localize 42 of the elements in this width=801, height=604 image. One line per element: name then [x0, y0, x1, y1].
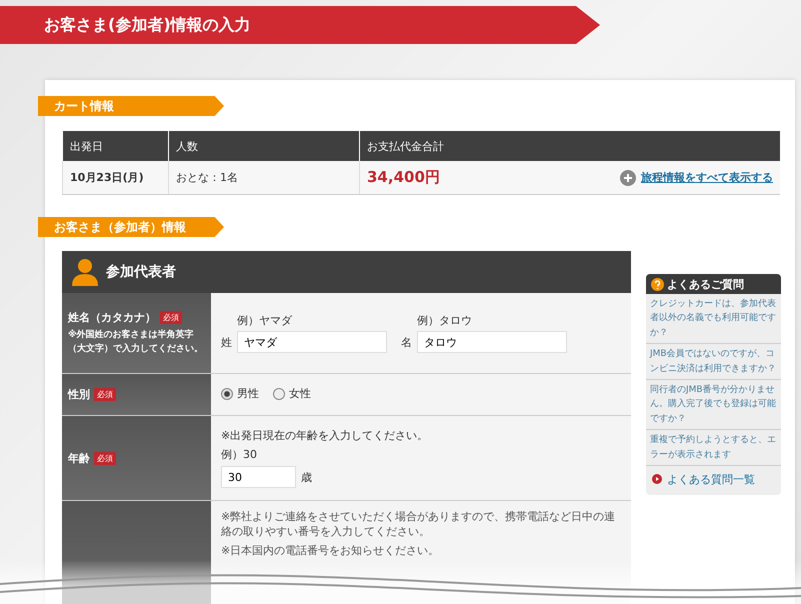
table-cell: おとな：1名	[168, 161, 360, 194]
field-label: 年齢 必須	[68, 450, 205, 466]
field-label: 性別 必須	[68, 387, 205, 402]
section-ribbon: お客さま（参加者）情報	[38, 217, 224, 237]
table-header: 人数	[168, 131, 360, 161]
field-prefix: 姓	[221, 334, 232, 350]
required-tag: 必須	[94, 452, 116, 464]
required-tag: 必須	[160, 311, 182, 324]
plus-icon	[620, 170, 636, 186]
page-title: お客さま(参加者)情報の入力	[44, 14, 251, 36]
faq-link[interactable]: 重複で予約しようとすると、エラーが表示されます	[646, 430, 781, 466]
text-field[interactable]: タロウ	[417, 331, 567, 353]
field-label: 姓名（カタカナ） 必須	[68, 310, 205, 325]
table-cell: 10月23日(月)	[62, 161, 168, 194]
example-text: 例）タロウ	[417, 313, 473, 328]
example-text: 例）30	[221, 447, 258, 462]
table-header: 出発日	[62, 131, 168, 161]
faq-link[interactable]: 同行者のJMB番号が分かりません。購入完了後でも登録は可能ですか？	[646, 380, 781, 430]
table-header: お支払代金合計	[360, 131, 780, 161]
section-ribbon: カート情報	[38, 96, 224, 116]
person-icon	[72, 258, 98, 286]
total-price: 34,400円	[367, 168, 440, 187]
required-tag: 必須	[94, 388, 116, 401]
field-prefix: 名	[401, 334, 412, 350]
field-note: ※弊社よりご連絡をさせていただく場合がありますので、携帯電話など日中の連絡の取りやすい番号を入力してください。	[221, 509, 616, 539]
field-note: ※出発日現在の年齢を入力してください。	[221, 428, 430, 443]
faq-list-link[interactable]: よくある質問一覧	[646, 466, 781, 495]
example-text: 例）ヤマダ	[237, 313, 294, 328]
radio-option[interactable]: 女性	[273, 386, 311, 402]
play-icon	[652, 474, 662, 484]
faq-link[interactable]: JMB会員ではないのですが、コンビニ決済は利用できますか？	[646, 344, 781, 380]
show-itinerary-link[interactable]: 旅程情報をすべて表示する	[620, 170, 773, 186]
radio-option[interactable]: 男性	[221, 386, 259, 402]
field-note: ※外国姓のお客さまは半角英字（大文字）で入力してください。	[68, 329, 204, 356]
unit-label: 歳	[301, 470, 312, 484]
form-title: 参加代表者	[106, 263, 176, 281]
text-field[interactable]: ヤマダ	[237, 331, 387, 353]
field-note: ※日本国内の電話番号をお知らせください。	[221, 543, 440, 558]
faq-title: よくあるご質問	[667, 276, 744, 292]
age-field[interactable]: 30	[221, 466, 296, 488]
faq-link[interactable]: クレジットカードは、参加代表者以外の名義でも利用可能ですか？	[646, 294, 781, 344]
question-icon	[651, 278, 664, 290]
